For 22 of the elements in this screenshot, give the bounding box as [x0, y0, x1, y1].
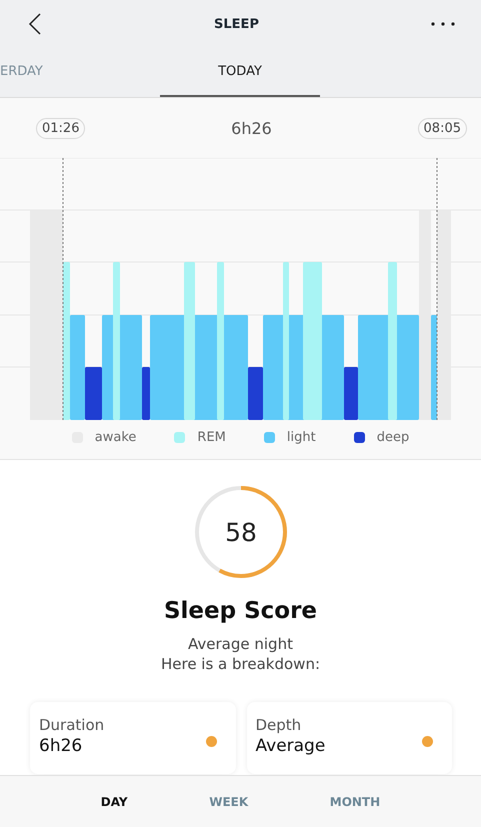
- end-time: 08:05: [418, 118, 467, 138]
- score-title: Sleep Score: [164, 598, 318, 624]
- score-summary: Average night Here is a breakdown:: [160, 634, 320, 674]
- metric-card[interactable]: Depth Average: [246, 702, 452, 774]
- back-icon[interactable]: [28, 13, 42, 35]
- sleep-duration: 6h26: [231, 118, 272, 138]
- period-tab[interactable]: DAY: [94, 794, 134, 810]
- legend-label: light: [286, 430, 316, 445]
- period-tab[interactable]: MONTH: [324, 794, 386, 810]
- screen-title: SLEEP: [214, 16, 259, 32]
- metric-label: Duration: [39, 716, 106, 734]
- start-time: 01:26: [36, 118, 86, 138]
- score-value: 58: [224, 518, 256, 547]
- more-icon[interactable]: [431, 22, 455, 26]
- metric-card[interactable]: Duration 6h26: [30, 702, 236, 774]
- period-tab[interactable]: WEEK: [203, 794, 254, 810]
- legend-label: awake: [94, 430, 136, 445]
- legend-label: deep: [376, 430, 410, 445]
- metric-label: Depth: [256, 716, 302, 734]
- metric-value: Average: [256, 736, 326, 756]
- metric-value: 6h26: [39, 736, 84, 756]
- legend-label: REM: [197, 430, 226, 445]
